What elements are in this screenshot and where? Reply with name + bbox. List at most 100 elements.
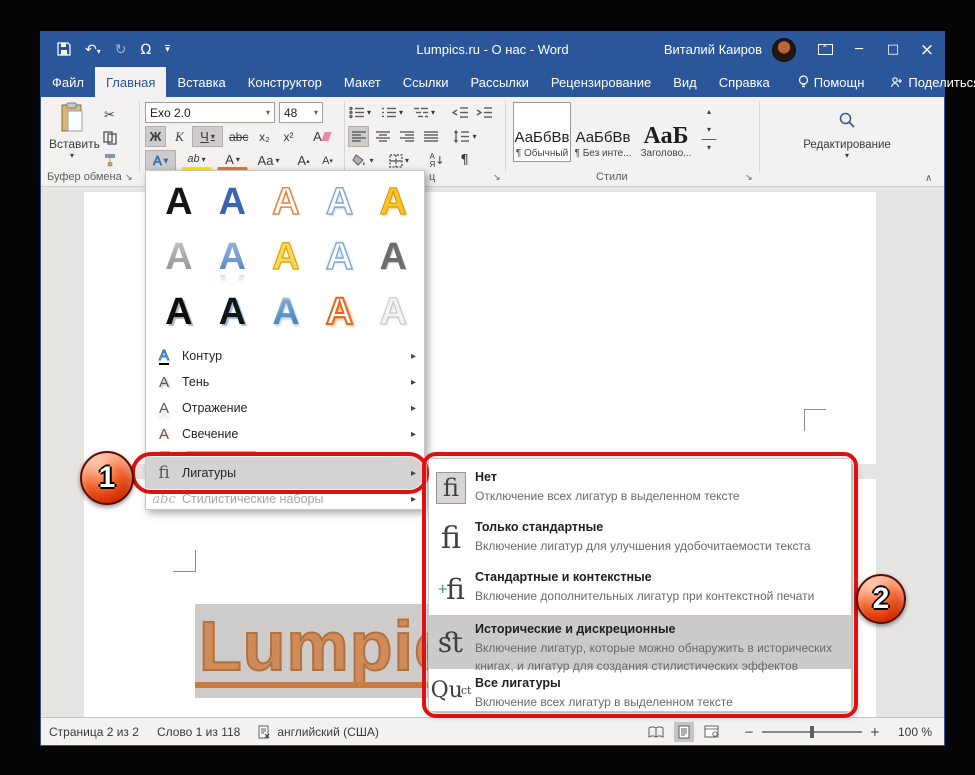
menu-item-outline[interactable]: A Контур (146, 343, 424, 369)
close-button[interactable]: × (910, 32, 944, 67)
maximize-button[interactable]: □ (876, 32, 910, 67)
tab-home[interactable]: Главная (94, 67, 167, 97)
borders-button[interactable] (384, 150, 414, 171)
cut-button[interactable]: ✂ (99, 105, 120, 126)
style-normal[interactable]: АаБбВв ¶ Обычный (513, 102, 571, 162)
insert-symbol-icon[interactable]: Ω (140, 43, 151, 57)
styles-dialog-launcher-icon[interactable]: ↘ (745, 173, 753, 183)
font-size-combo[interactable]: 48 (279, 102, 323, 123)
shading-button[interactable] (348, 150, 378, 171)
paste-button[interactable]: Вставить ▾ (49, 102, 100, 160)
font-name-combo[interactable]: Exo 2.0 (145, 102, 275, 123)
align-center-button[interactable] (372, 126, 393, 147)
styles-scroll-down-icon[interactable]: ▾ (701, 121, 717, 137)
zoom-out-button[interactable]: − (744, 725, 754, 739)
text-effects-button[interactable]: А (145, 150, 176, 171)
tab-review[interactable]: Рецензирование (540, 67, 662, 97)
save-icon[interactable] (57, 41, 71, 58)
grow-font-button[interactable]: А ▴ (293, 150, 314, 171)
menu-item-shadow[interactable]: A Тень (146, 369, 424, 395)
clear-formatting-button[interactable]: А (311, 126, 332, 147)
text-effect-style[interactable]: A (313, 285, 367, 340)
tab-mailings[interactable]: Рассылки (459, 67, 539, 97)
underline-button[interactable]: Ч (192, 126, 223, 147)
tab-view[interactable]: Вид (662, 67, 708, 97)
text-effect-style[interactable]: A (152, 230, 206, 285)
menu-item-reflection[interactable]: A Отражение (146, 395, 424, 421)
text-effect-style[interactable]: A (152, 285, 206, 340)
superscript-button[interactable]: x² (278, 126, 299, 147)
shrink-font-button[interactable]: А ▾ (317, 150, 338, 171)
minimize-button[interactable]: ─ (842, 32, 876, 67)
text-effect-style[interactable]: A (206, 230, 260, 285)
text-effect-style[interactable]: A (259, 230, 313, 285)
language-status[interactable]: английский (США) (258, 725, 379, 739)
tab-file[interactable]: Файл (41, 67, 95, 97)
find-button[interactable] (830, 105, 864, 135)
style-heading[interactable]: АаБ Заголово... (635, 102, 697, 162)
multilevel-list-button[interactable] (412, 102, 436, 123)
justify-button[interactable] (420, 126, 441, 147)
menu-item-glow[interactable]: A Свечение (146, 421, 424, 447)
text-effect-style[interactable]: A (313, 230, 367, 285)
bullets-button[interactable] (348, 102, 372, 123)
text-effect-style[interactable]: A (206, 285, 260, 340)
tab-references[interactable]: Ссылки (392, 67, 460, 97)
page-indicator[interactable]: Страница 2 из 2 (49, 725, 139, 739)
line-spacing-button[interactable] (450, 126, 480, 147)
undo-button[interactable]: ↶▾ (85, 43, 101, 57)
text-effect-style[interactable]: A (206, 175, 260, 230)
align-right-button[interactable] (396, 126, 417, 147)
web-layout-button[interactable] (702, 722, 722, 742)
text-effect-style[interactable]: A (366, 230, 420, 285)
numbering-button[interactable] (380, 102, 404, 123)
align-left-button[interactable] (348, 126, 369, 147)
font-color-button[interactable]: А (217, 150, 248, 171)
proofing-icon (258, 725, 270, 738)
tab-design[interactable]: Конструктор (237, 67, 333, 97)
subscript-button[interactable]: x₂ (254, 126, 275, 147)
increase-indent-button[interactable] (474, 102, 495, 123)
clipboard-dialog-launcher-icon[interactable]: ↘ (125, 173, 133, 183)
highlight-color-button[interactable]: ab (181, 150, 212, 171)
tab-insert[interactable]: Вставка (166, 67, 236, 97)
strikethrough-button[interactable]: abc (228, 126, 249, 147)
copy-button[interactable] (99, 127, 120, 148)
collapse-ribbon-icon[interactable]: ∧ (925, 173, 932, 184)
change-case-button[interactable]: Aa (253, 150, 284, 171)
read-mode-button[interactable] (646, 722, 666, 742)
show-paragraph-marks-button[interactable]: ¶ (454, 150, 475, 171)
text-effect-style[interactable]: A (366, 175, 420, 230)
ribbon-display-options-button[interactable] (808, 32, 842, 67)
zoom-slider[interactable] (761, 725, 862, 738)
text-effect-style[interactable]: A (259, 175, 313, 230)
print-layout-button[interactable] (673, 721, 694, 742)
decrease-indent-button[interactable] (450, 102, 471, 123)
tab-assistant[interactable]: Помощн (787, 67, 876, 97)
tab-help[interactable]: Справка (708, 67, 781, 97)
selected-text-highlight[interactable]: Lumpics (195, 604, 494, 698)
zoom-level[interactable]: 100 % (898, 725, 932, 739)
customize-qat-icon[interactable]: ▾ (165, 44, 170, 55)
share-button[interactable]: Поделиться (879, 67, 975, 97)
styles-scroll-up-icon[interactable]: ▴ (701, 103, 717, 119)
text-effect-style[interactable]: A (152, 175, 206, 230)
zoom-slider-thumb[interactable] (809, 725, 814, 738)
zoom-in-button[interactable]: + (870, 725, 880, 739)
bold-button[interactable]: Ж (145, 126, 166, 147)
avatar[interactable] (772, 37, 796, 62)
tab-layout[interactable]: Макет (333, 67, 392, 97)
paint-bucket-icon (352, 154, 366, 166)
text-effect-style[interactable]: A (259, 285, 313, 340)
paragraph-dialog-launcher-icon[interactable]: ↘ (493, 173, 501, 183)
italic-button[interactable]: К (169, 126, 190, 147)
sort-button[interactable]: А Я ↓ (424, 150, 450, 171)
account-name[interactable]: Виталий Каиров (664, 42, 762, 57)
format-painter-button[interactable] (99, 149, 120, 170)
style-no-spacing[interactable]: АаБбВв ¶ Без инте... (574, 102, 632, 162)
styles-more-icon[interactable]: ▾ (701, 139, 717, 155)
word-count[interactable]: Слово 1 из 118 (157, 725, 240, 739)
text-effect-style[interactable]: A (313, 175, 367, 230)
editing-group-label[interactable]: Редактирование (763, 139, 931, 151)
text-effect-style[interactable]: A (366, 285, 420, 340)
